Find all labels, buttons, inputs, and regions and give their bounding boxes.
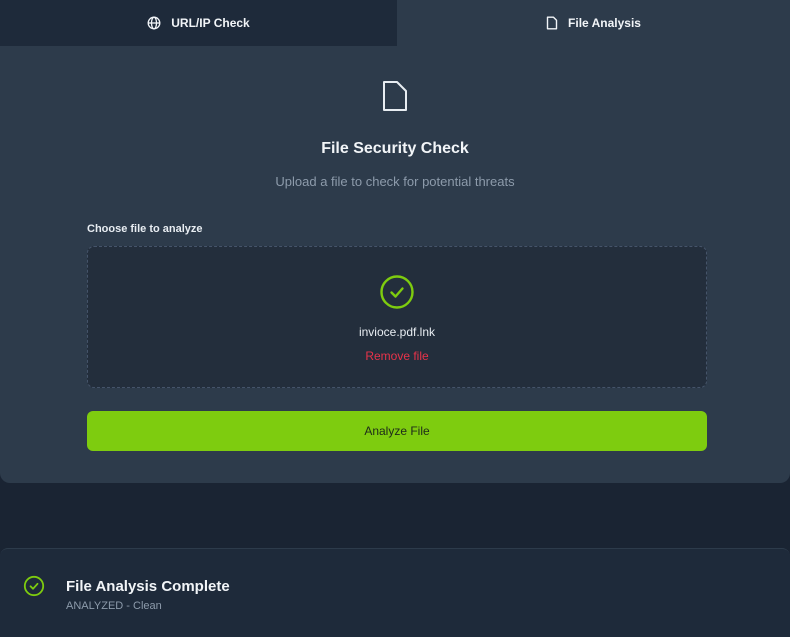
tab-file-analysis[interactable]: File Analysis <box>397 0 790 46</box>
tab-bar: URL/IP Check File Analysis <box>0 0 790 46</box>
page-title: File Security Check <box>321 140 469 157</box>
page-subtitle: Upload a file to check for potential thr… <box>275 174 515 189</box>
globe-icon <box>147 16 161 30</box>
tab-label: URL/IP Check <box>171 16 250 30</box>
tab-url-ip-check[interactable]: URL/IP Check <box>0 0 397 46</box>
analyze-file-button[interactable]: Analyze File <box>87 411 707 451</box>
result-title: File Analysis Complete <box>66 578 230 595</box>
remove-file-button[interactable]: Remove file <box>88 349 706 363</box>
result-status: ANALYZED - Clean <box>66 600 162 612</box>
tab-label: File Analysis <box>568 16 641 30</box>
selected-filename: invioce.pdf.lnk <box>358 325 436 339</box>
file-field-label: Choose file to analyze <box>87 223 203 235</box>
check-circle-icon <box>23 575 45 602</box>
file-dropzone[interactable]: invioce.pdf.lnk Remove file <box>87 246 707 388</box>
file-icon <box>546 16 558 30</box>
file-security-card: File Security Check Upload a file to che… <box>0 46 790 483</box>
check-circle-icon <box>379 274 415 315</box>
analysis-result-panel: File Analysis Complete ANALYZED - Clean <box>0 548 790 637</box>
file-icon <box>382 80 408 117</box>
